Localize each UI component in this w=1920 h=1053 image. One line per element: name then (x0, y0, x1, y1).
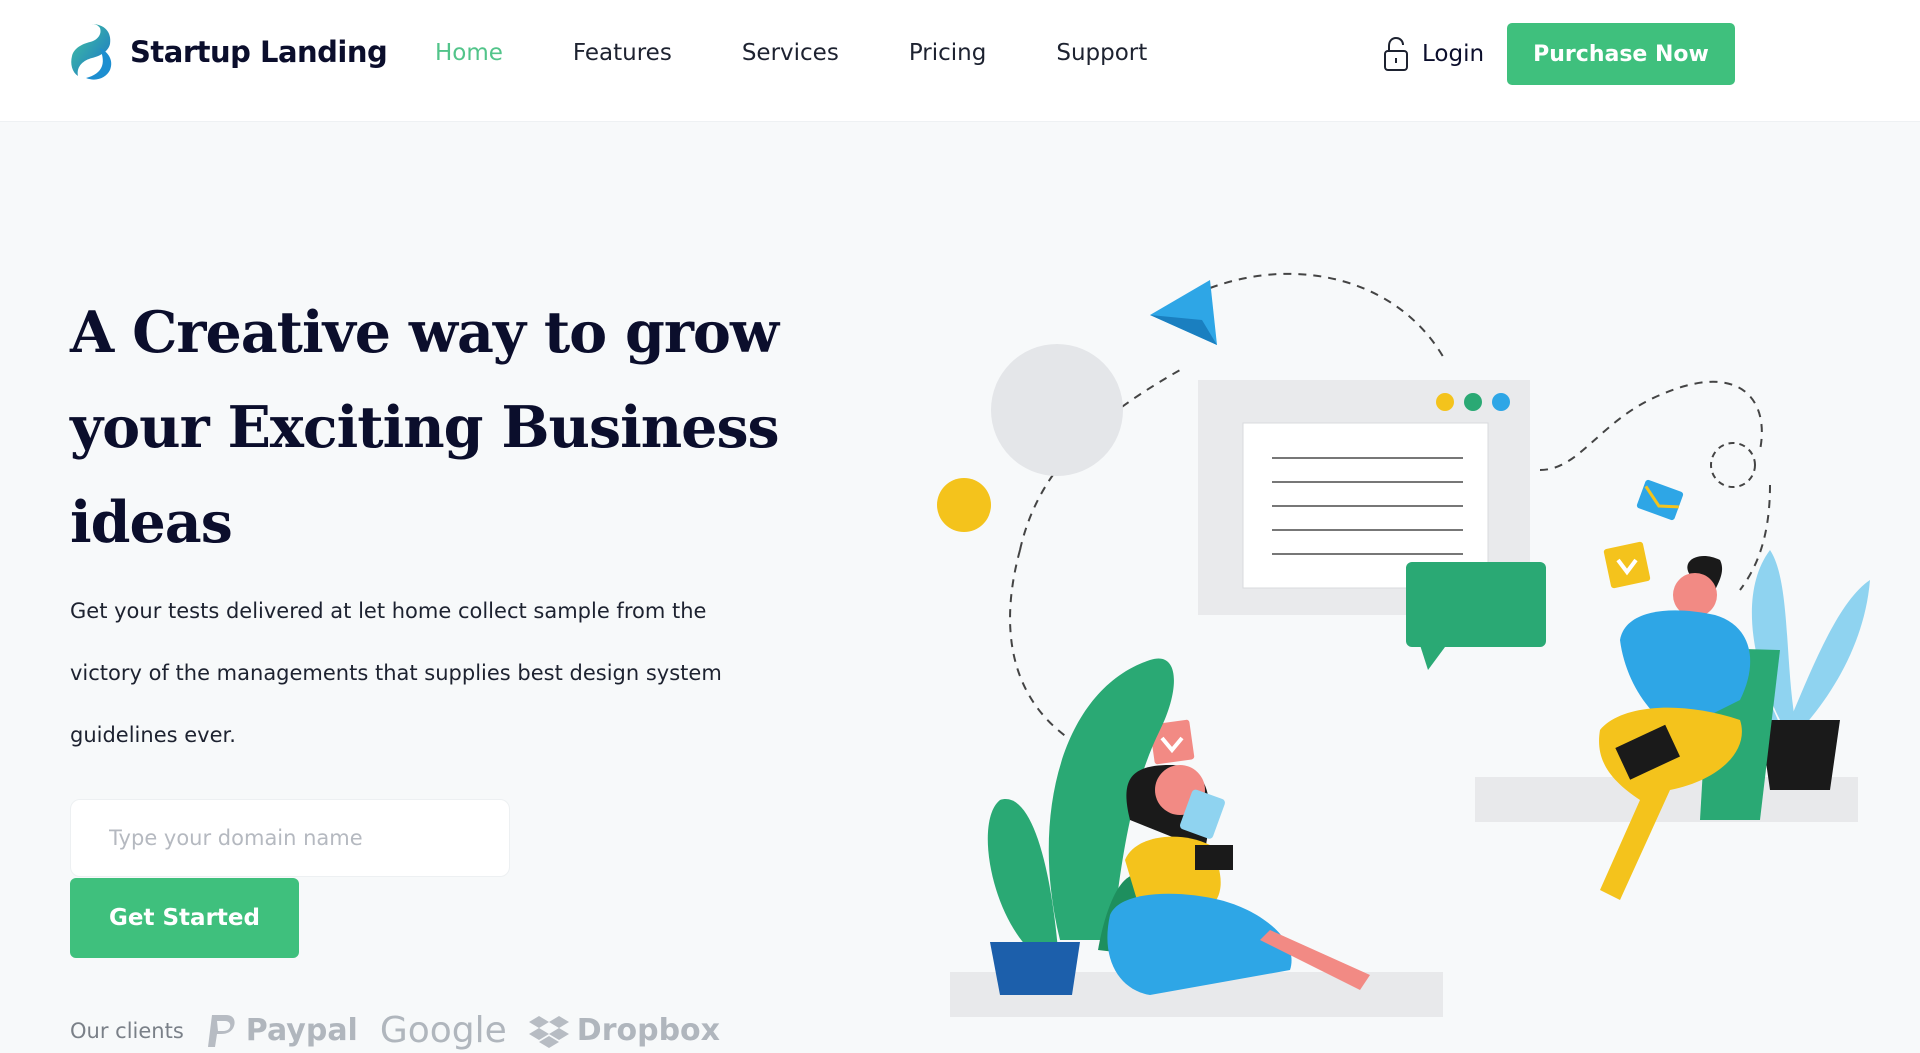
logo-mark-icon (71, 24, 112, 80)
heart-card-icon (1603, 541, 1651, 589)
woman-figure (1107, 765, 1370, 995)
dashed-circle (1710, 442, 1756, 488)
brand-logo[interactable]: Startup Landing (70, 22, 388, 82)
client-dropbox-label: Dropbox (576, 1013, 721, 1048)
domain-input[interactable] (70, 799, 510, 877)
paypal-icon (207, 1014, 235, 1047)
dashed-path (1539, 380, 1763, 471)
hero-description: Get your tests delivered at let home col… (70, 599, 722, 747)
client-google: Google (380, 1010, 507, 1051)
nav-support[interactable]: Support (1056, 40, 1147, 66)
nav-features[interactable]: Features (573, 40, 672, 66)
hero-illustration (937, 272, 1870, 1017)
lock-icon (1384, 36, 1408, 71)
paper-plane-icon (1150, 280, 1217, 345)
site-header: Startup Landing Home Features Services P… (0, 0, 1920, 122)
clients-label: Our clients (70, 1018, 184, 1043)
nav-pricing[interactable]: Pricing (909, 40, 987, 66)
purchase-now-button[interactable]: Purchase Now (1507, 23, 1735, 85)
textured-globe (991, 344, 1123, 476)
clients-row: Our clients Paypal Google Dropbox (70, 1010, 742, 1051)
login-link[interactable]: Login (1382, 36, 1484, 72)
client-dropbox: Dropbox (528, 1013, 721, 1048)
dashed-path (1209, 272, 1446, 361)
sun-dot (937, 478, 991, 532)
mail-icon (1636, 479, 1684, 521)
get-started-button[interactable]: Get Started (70, 878, 299, 958)
nav-services[interactable]: Services (742, 40, 839, 66)
client-google-label: Google (379, 1010, 507, 1051)
brand-name: Startup Landing (130, 35, 388, 69)
login-label: Login (1422, 41, 1485, 67)
nav-home[interactable]: Home (435, 40, 503, 66)
chat-bubble-icon (1406, 562, 1546, 670)
client-paypal-label: Paypal (245, 1013, 358, 1048)
main-nav: Home Features Services Pricing Support (435, 40, 1217, 66)
dropbox-icon (528, 1015, 569, 1048)
hero-title: A Creative way to grow your Exciting Bus… (70, 299, 780, 556)
client-paypal: Paypal (206, 1013, 358, 1049)
